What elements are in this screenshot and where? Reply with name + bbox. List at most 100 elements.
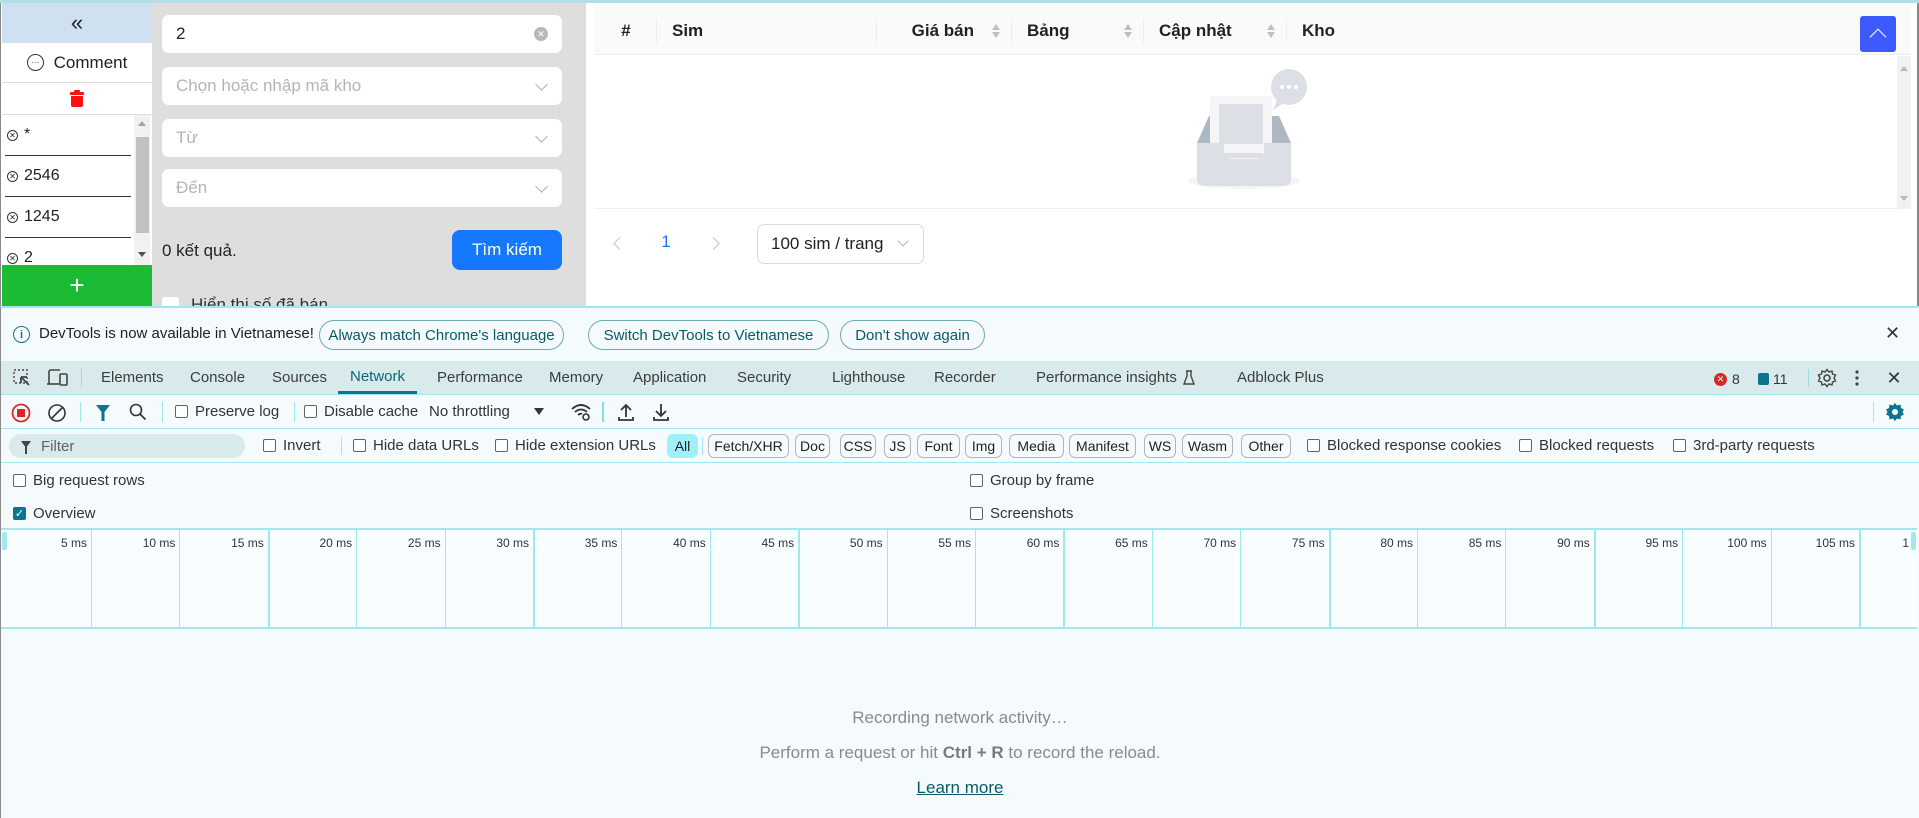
network-overview-timeline[interactable]: 5 ms 10 ms 15 ms 20 ms 25 ms 30 ms 35 ms 40 ms 4…: [1, 528, 1917, 629]
throttling-select[interactable]: No throttling: [429, 403, 544, 420]
group-by-frame-checkbox[interactable]: Group by frame: [970, 472, 1094, 489]
hide-extension-urls-checkbox[interactable]: Hide extension URLs: [495, 437, 656, 454]
remove-icon[interactable]: ✕: [7, 129, 18, 141]
export-har-icon[interactable]: [652, 402, 670, 422]
preserve-log-checkbox[interactable]: Preserve log: [175, 403, 279, 420]
search-button[interactable]: Tìm kiếm: [452, 230, 562, 270]
checkbox-box[interactable]: [13, 474, 26, 487]
tab-sources[interactable]: Sources: [266, 361, 333, 394]
checkbox-box[interactable]: [1673, 439, 1686, 452]
errors-counter[interactable]: ✕ 8: [1714, 371, 1740, 387]
always-match-language-button[interactable]: Always match Chrome's language: [319, 320, 564, 350]
filter-funnel-icon[interactable]: [95, 404, 111, 422]
hide-data-urls-checkbox[interactable]: Hide data URLs: [353, 437, 479, 454]
column-header-table[interactable]: Bảng: [1012, 7, 1144, 55]
type-filter-other[interactable]: Other: [1241, 434, 1291, 458]
remove-icon[interactable]: ✕: [7, 252, 18, 264]
column-header-updated[interactable]: Cập nhật: [1144, 7, 1287, 55]
tab-performance[interactable]: Performance: [431, 361, 529, 394]
overview-checkbox[interactable]: ✓ Overview: [13, 505, 96, 522]
network-conditions-icon[interactable]: [570, 402, 592, 422]
screenshots-checkbox[interactable]: Screenshots: [970, 505, 1073, 522]
scrollbar-thumb[interactable]: [136, 137, 149, 233]
tab-recorder[interactable]: Recorder: [928, 361, 1002, 394]
tab-security[interactable]: Security: [731, 361, 797, 394]
checkbox-box[interactable]: [495, 439, 508, 452]
timeline-right-handle[interactable]: [1911, 532, 1916, 550]
network-settings-gear-icon[interactable]: [1885, 402, 1905, 422]
type-filter-media[interactable]: Media: [1009, 434, 1064, 458]
dont-show-again-button[interactable]: Don't show again: [840, 320, 985, 350]
table-scrollbar[interactable]: [1897, 56, 1911, 209]
type-filter-doc[interactable]: Doc: [795, 434, 830, 458]
warehouse-select[interactable]: Chọn hoặc nhập mã kho: [162, 67, 562, 105]
invert-checkbox[interactable]: Invert: [263, 437, 321, 454]
type-filter-all[interactable]: All: [667, 434, 698, 458]
page-size-select[interactable]: 100 sim / trang: [757, 224, 924, 264]
sim-list-scrollbar[interactable]: [134, 115, 150, 265]
tab-application[interactable]: Application: [627, 361, 712, 394]
checkbox-box[interactable]: [1307, 439, 1320, 452]
checkbox-box[interactable]: [1519, 439, 1532, 452]
checkbox-box[interactable]: [970, 474, 983, 487]
add-sim-button[interactable]: +: [2, 265, 152, 306]
timeline-left-handle[interactable]: [2, 532, 7, 550]
import-har-icon[interactable]: [617, 402, 635, 422]
learn-more-link[interactable]: Learn more: [917, 778, 1004, 797]
scroll-to-top-button[interactable]: [1860, 16, 1896, 52]
type-filter-img[interactable]: Img: [965, 434, 1002, 458]
scroll-down-arrow-icon[interactable]: [1900, 196, 1908, 201]
checkbox-box[interactable]: [175, 405, 188, 418]
tab-elements[interactable]: Elements: [95, 361, 170, 394]
column-header-price[interactable]: Giá bán: [877, 7, 1012, 55]
search-icon[interactable]: [129, 403, 147, 421]
scroll-up-arrow-icon[interactable]: [1900, 66, 1908, 71]
remove-icon[interactable]: ✕: [7, 170, 18, 182]
type-filter-css[interactable]: CSS: [840, 434, 876, 458]
more-options-icon[interactable]: [1854, 368, 1860, 388]
checkbox-checked-icon[interactable]: ✓: [13, 507, 26, 520]
sort-icon[interactable]: [1267, 24, 1275, 40]
tab-network[interactable]: Network: [338, 361, 418, 394]
tab-adblock-plus[interactable]: Adblock Plus: [1231, 361, 1330, 394]
blocked-requests-checkbox[interactable]: Blocked requests: [1519, 437, 1654, 454]
close-icon[interactable]: ✕: [1885, 323, 1900, 344]
filter-input[interactable]: Filter: [9, 434, 245, 458]
third-party-requests-checkbox[interactable]: 3rd-party requests: [1673, 437, 1815, 454]
messages-counter[interactable]: 11: [1758, 371, 1788, 387]
scroll-down-arrow-icon[interactable]: [138, 252, 146, 257]
disable-cache-checkbox[interactable]: Disable cache: [304, 403, 418, 420]
price-to-select[interactable]: Đến: [162, 169, 562, 207]
sort-icon[interactable]: [1124, 24, 1132, 40]
sim-search-input[interactable]: 2 ✕: [162, 15, 562, 53]
device-toolbar-icon[interactable]: [47, 369, 69, 387]
switch-to-vietnamese-button[interactable]: Switch DevTools to Vietnamese: [588, 320, 829, 350]
checkbox-box[interactable]: [304, 405, 317, 418]
trash-icon[interactable]: [70, 89, 84, 107]
prev-page-icon[interactable]: [613, 237, 626, 250]
scroll-up-arrow-icon[interactable]: [138, 121, 146, 126]
big-request-rows-checkbox[interactable]: Big request rows: [13, 472, 145, 489]
type-filter-font[interactable]: Font: [917, 434, 960, 458]
checkbox-box[interactable]: [263, 439, 276, 452]
inspect-element-icon[interactable]: [13, 369, 31, 387]
sort-icon[interactable]: [992, 24, 1000, 40]
next-page-icon[interactable]: [707, 237, 720, 250]
tab-memory[interactable]: Memory: [543, 361, 609, 394]
settings-gear-icon[interactable]: [1817, 368, 1837, 388]
price-from-select[interactable]: Từ: [162, 119, 562, 157]
type-filter-manifest[interactable]: Manifest: [1069, 434, 1136, 458]
page-number-current[interactable]: 1: [659, 232, 673, 252]
clear-icon[interactable]: ✕: [534, 27, 548, 41]
close-devtools-icon[interactable]: ✕: [1886, 368, 1902, 388]
checkbox-box[interactable]: [353, 439, 366, 452]
tab-performance-insights[interactable]: Performance insights: [1030, 361, 1201, 394]
checkbox-box[interactable]: [970, 507, 983, 520]
remove-icon[interactable]: ✕: [7, 211, 18, 223]
collapse-sidebar-button[interactable]: «: [2, 3, 152, 43]
tab-console[interactable]: Console: [184, 361, 251, 394]
stop-recording-icon[interactable]: [11, 403, 31, 423]
type-filter-ws[interactable]: WS: [1144, 434, 1176, 458]
type-filter-js[interactable]: JS: [884, 434, 911, 458]
type-filter-wasm[interactable]: Wasm: [1182, 434, 1233, 458]
